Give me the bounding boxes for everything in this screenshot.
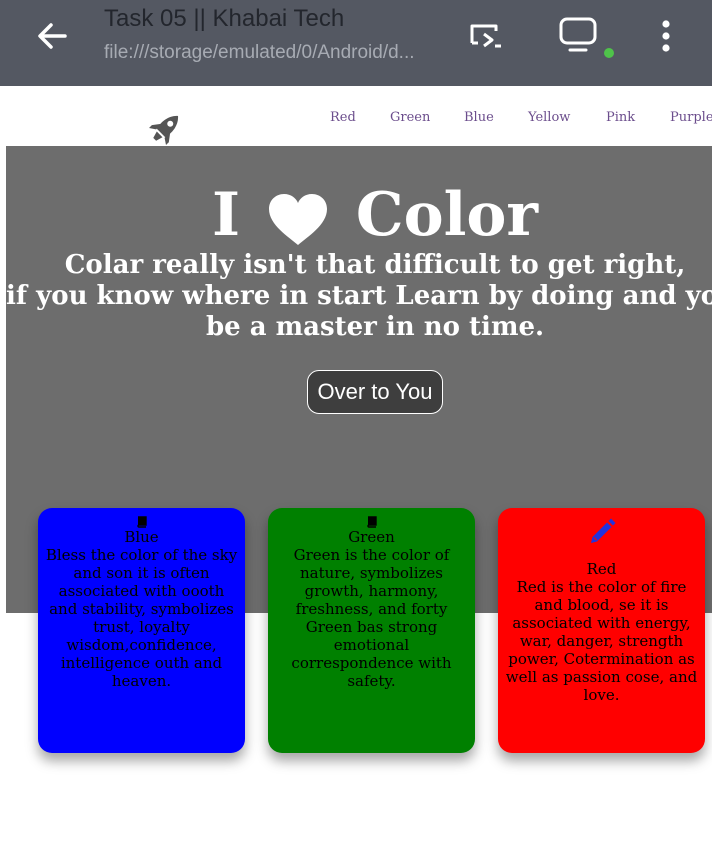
- card-text: Green is the color of nature, symbolizes…: [291, 546, 452, 690]
- nav-link-red[interactable]: Red: [330, 110, 356, 125]
- card-text: Red is the color of fire and blood, se i…: [505, 578, 698, 704]
- url-text[interactable]: file:///storage/emulated/0/Android/d...: [104, 42, 434, 64]
- hero-title: I Color: [6, 182, 712, 248]
- pencil-icon: [590, 518, 615, 543]
- back-button[interactable]: [30, 14, 74, 58]
- browser-toolbar: Task 05 || Khabai Tech file:///storage/e…: [0, 0, 712, 86]
- nav-link-purple[interactable]: Purple: [670, 110, 712, 125]
- nav-link-pink[interactable]: Pink: [606, 110, 635, 125]
- card-title: Green: [348, 528, 395, 546]
- monitor-icon: [559, 17, 597, 52]
- hero-description: Colar really isn't that difficult to get…: [6, 250, 712, 343]
- red-card[interactable]: Red Red is the color of fire and blood, …: [498, 508, 705, 753]
- hero-text-line: Colar really isn't that difficult to get…: [64, 250, 686, 280]
- book-icon: [136, 516, 147, 528]
- nav-link-blue[interactable]: Blue: [464, 110, 494, 125]
- card-title: Red: [586, 560, 617, 578]
- card-text: Bless the color of the sky and son it is…: [45, 546, 238, 690]
- cast-button[interactable]: [462, 14, 510, 58]
- over-to-you-button[interactable]: Over to You: [307, 370, 443, 414]
- green-card[interactable]: Green Green is the color of nature, symb…: [268, 508, 475, 753]
- arrow-left-icon: [38, 23, 67, 49]
- more-vert-icon: [662, 20, 670, 52]
- cast-icon: [470, 24, 501, 48]
- status-dot: [604, 48, 614, 58]
- more-options-button[interactable]: [650, 12, 682, 60]
- hero-title-start: I: [211, 180, 241, 250]
- blue-card[interactable]: Blue Bless the color of the sky and son …: [38, 508, 245, 753]
- card-title: Blue: [124, 528, 159, 546]
- book-icon: [366, 516, 377, 528]
- heart-icon: [268, 193, 327, 245]
- hero-text-line: if you know where in start Learn by doin…: [6, 281, 712, 311]
- hero-text-line: be a master in no time.: [205, 312, 545, 342]
- nav-link-yellow[interactable]: Yellow: [528, 110, 570, 125]
- hero-title-end: Color: [355, 180, 539, 250]
- page-name: Task 05 || Khabai Tech: [104, 5, 345, 32]
- rocket-icon: [149, 115, 179, 145]
- screen-mode-button[interactable]: [552, 10, 604, 60]
- nav-link-green[interactable]: Green: [390, 110, 430, 125]
